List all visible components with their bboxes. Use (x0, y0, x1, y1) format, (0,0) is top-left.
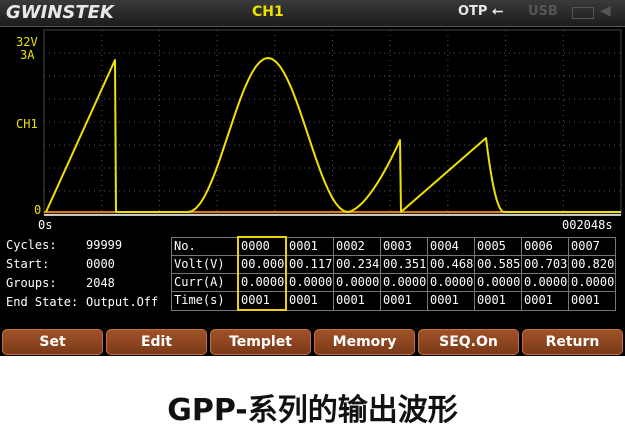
table-cell-selected[interactable]: 0000 (237, 236, 287, 256)
table-cell[interactable]: 00.703 (521, 255, 569, 274)
seq-on-button[interactable]: SEQ.On (418, 329, 519, 355)
set-button[interactable]: Set (2, 329, 103, 355)
figure-caption: GPP-系列的输出波形 (167, 393, 458, 428)
table-cell[interactable]: 0001 (380, 291, 428, 311)
table-cell[interactable]: 00.468 (427, 255, 475, 274)
info-label: Start: (6, 257, 50, 271)
brand-logo: GWINSTEK (6, 2, 114, 23)
x-label-end: 002048s (562, 218, 613, 232)
info-value: Output.Off (86, 295, 159, 309)
row-header: Volt(V) (171, 255, 239, 274)
plot-grid (44, 30, 621, 214)
usb-indicator: USB (528, 4, 558, 19)
table-cell-selected[interactable]: 00.000 (237, 255, 287, 274)
table-cell[interactable]: 0.0000 (568, 273, 616, 292)
table-cell[interactable]: 00.585 (474, 255, 522, 274)
table-cell[interactable]: 0006 (521, 236, 569, 256)
sequence-table: No. 0000 0001 0002 0003 0004 0005 0006 0… (171, 236, 616, 311)
table-cell[interactable]: 00.820 (568, 255, 616, 274)
edit-button[interactable]: Edit (106, 329, 207, 355)
table-cell[interactable]: 0.0000 (333, 273, 381, 292)
row-header: Time(s) (171, 291, 239, 311)
table-cell[interactable]: 0001 (285, 291, 334, 311)
table-cell[interactable]: 0001 (474, 291, 522, 311)
table-cell-selected[interactable]: 0001 (237, 291, 287, 311)
table-cell[interactable]: 0001 (427, 291, 475, 311)
y-label-channel: CH1 (16, 117, 38, 131)
table-cell[interactable]: 0.0000 (521, 273, 569, 292)
softkey-bar: Set Edit Templet Memory SEQ.On Return (0, 327, 625, 356)
table-cell-selected[interactable]: 0.0000 (237, 273, 287, 292)
row-header: No. (171, 236, 239, 256)
table-cell[interactable]: 0002 (333, 236, 381, 256)
info-value: 0000 (86, 257, 115, 271)
row-header: Curr(A) (171, 273, 239, 292)
table-cell[interactable]: 0.0000 (380, 273, 428, 292)
info-label: End State: (6, 295, 79, 309)
table-cell[interactable]: 0.0000 (285, 273, 334, 292)
table-cell[interactable]: 0001 (285, 236, 334, 256)
y-label-current-max: 3A (20, 48, 35, 62)
y-label-voltage-max: 32V (16, 35, 38, 49)
table-cell[interactable]: 0.0000 (427, 273, 475, 292)
usb-connector-icon: ⭠ (492, 3, 504, 19)
table-row-volt: Volt(V) 00.000 00.117 00.234 00.351 00.4… (171, 255, 616, 274)
table-cell[interactable]: 00.117 (285, 255, 334, 274)
channel-indicator: CH1 (252, 4, 284, 20)
voltage-trace (45, 57, 621, 213)
table-cell[interactable]: 0007 (568, 236, 616, 256)
table-cell[interactable]: 00.234 (333, 255, 381, 274)
table-cell[interactable]: 0005 (474, 236, 522, 256)
instrument-screen: GWINSTEK CH1 OTP ⭠ USB ◀ 32V 3A CH1 0 0s… (0, 0, 625, 356)
table-row-curr: Curr(A) 0.0000 0.0000 0.0000 0.0000 0.00… (171, 273, 616, 292)
table-cell[interactable]: 0001 (568, 291, 616, 311)
table-row-no: No. 0000 0001 0002 0003 0004 0005 0006 0… (171, 236, 616, 256)
otp-indicator: OTP (458, 4, 488, 19)
y-label-zero: 0 (34, 203, 41, 217)
info-value: 99999 (86, 238, 123, 252)
waveform-plot: 32V 3A CH1 0 0s 002048s (16, 29, 622, 232)
info-value: 2048 (86, 276, 115, 290)
table-cell[interactable]: 0003 (380, 236, 428, 256)
table-cell[interactable]: 0001 (333, 291, 381, 311)
keyboard-lock-icon (572, 7, 594, 19)
memory-button[interactable]: Memory (314, 329, 415, 355)
x-label-start: 0s (38, 218, 52, 232)
table-cell[interactable]: 0.0000 (474, 273, 522, 292)
speaker-icon: ◀ (600, 3, 611, 19)
table-cell[interactable]: 00.351 (380, 255, 428, 274)
table-cell[interactable]: 0001 (521, 291, 569, 311)
status-bar: GWINSTEK CH1 OTP ⭠ USB ◀ (0, 0, 625, 27)
info-label: Cycles: (6, 238, 57, 252)
info-label: Groups: (6, 276, 57, 290)
table-row-time: Time(s) 0001 0001 0001 0001 0001 0001 00… (171, 291, 616, 311)
templet-button[interactable]: Templet (210, 329, 311, 355)
table-cell[interactable]: 0004 (427, 236, 475, 256)
return-button[interactable]: Return (522, 329, 623, 355)
